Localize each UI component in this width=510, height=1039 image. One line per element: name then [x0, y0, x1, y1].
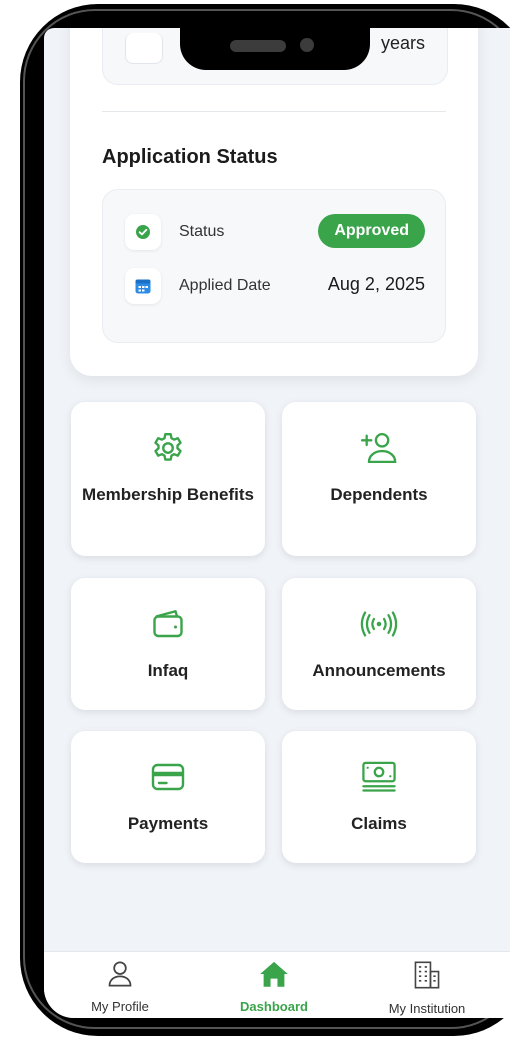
- nav-label-dashboard: Dashboard: [240, 999, 308, 1014]
- section-title: Application Status: [102, 146, 278, 168]
- announcements-tile[interactable]: Announcements: [282, 578, 476, 710]
- camera-icon: [300, 38, 314, 52]
- broadcast-icon: [360, 606, 398, 642]
- applied-date-value: Aug 2, 2025: [327, 274, 425, 294]
- building-icon: [413, 960, 441, 995]
- applied-date-label: Applied Date: [179, 277, 271, 294]
- tile-label: Claims: [351, 814, 407, 833]
- app-screen: years Application Status Status Approved: [44, 28, 510, 1018]
- claims-tile[interactable]: Claims: [282, 731, 476, 863]
- wallet-icon: [150, 606, 186, 642]
- previous-row-value: years: [381, 33, 426, 53]
- tile-label: Announcements: [312, 661, 446, 680]
- infaq-tile[interactable]: Infaq: [71, 578, 265, 710]
- tile-label: Membership Benefits: [82, 485, 254, 504]
- status-badge: Approved: [318, 214, 425, 248]
- check-circle-icon: [125, 214, 161, 250]
- nav-item-my-profile[interactable]: My Profile: [50, 960, 190, 1014]
- tile-label: Dependents: [330, 485, 428, 504]
- nav-label-my-profile: My Profile: [91, 999, 149, 1014]
- gear-icon: [149, 430, 187, 466]
- payments-tile[interactable]: Payments: [71, 731, 265, 863]
- previous-row-icon: [125, 33, 163, 64]
- bottom-navigation: My Profile Dashboard My Institution: [44, 951, 510, 1018]
- tile-label: Payments: [127, 814, 209, 833]
- nav-item-my-institution[interactable]: My Institution: [357, 960, 497, 1016]
- status-label: Status: [179, 223, 225, 240]
- tile-label: Infaq: [147, 661, 189, 680]
- card-icon: [150, 759, 186, 795]
- home-icon: [259, 960, 289, 993]
- nav-item-dashboard[interactable]: Dashboard: [204, 960, 344, 1014]
- speaker-grille: [230, 40, 286, 52]
- phone-notch: [180, 22, 370, 70]
- membership-benefits-tile[interactable]: Membership Benefits: [71, 402, 265, 556]
- add-user-icon: [359, 430, 399, 466]
- calendar-icon: [125, 268, 161, 304]
- application-status-card: years Application Status Status Approved: [70, 28, 478, 376]
- section-divider: [102, 111, 446, 112]
- money-icon: [360, 759, 398, 795]
- dependents-tile[interactable]: Dependents: [282, 402, 476, 556]
- user-icon: [107, 960, 133, 993]
- nav-label-my-institution: My Institution: [388, 1001, 466, 1016]
- status-details-box: Status Approved Applied Date Aug 2, 2025: [102, 189, 446, 343]
